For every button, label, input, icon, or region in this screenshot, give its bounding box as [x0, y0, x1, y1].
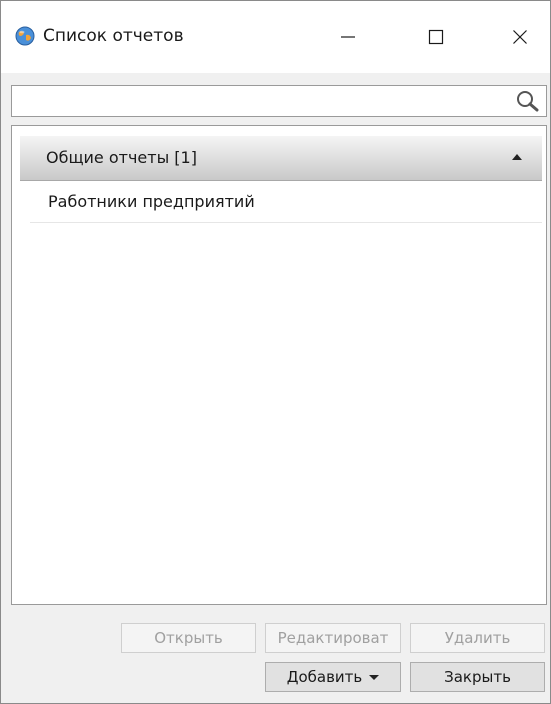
group-header-general-reports[interactable]: Общие отчеты [1] — [20, 136, 542, 181]
list-item[interactable]: Работники предприятий — [30, 182, 542, 223]
dropdown-arrow-icon — [369, 674, 380, 680]
add-button[interactable]: Добавить — [265, 662, 401, 692]
group-title: Общие отчеты [1] — [46, 148, 197, 167]
report-item-label: Работники предприятий — [48, 192, 255, 211]
delete-button[interactable]: Удалить — [410, 623, 545, 653]
collapse-arrow-icon[interactable] — [512, 154, 522, 160]
delete-button-label: Удалить — [444, 629, 511, 647]
minimize-icon — [341, 36, 355, 38]
open-button-label: Открыть — [154, 629, 223, 647]
maximize-icon — [428, 29, 444, 45]
search-input[interactable] — [16, 89, 506, 113]
search-box — [11, 85, 547, 117]
close-button-label: Закрыть — [444, 668, 511, 686]
report-list: Общие отчеты [1] Работники предприятий — [11, 125, 547, 605]
report-list-window: Список отчетов Общие отчеты [1] Работник… — [0, 0, 551, 704]
minimize-button[interactable] — [319, 15, 377, 59]
edit-button-label: Редактироват — [277, 629, 389, 647]
window-title: Список отчетов — [43, 26, 184, 46]
open-button[interactable]: Открыть — [121, 623, 256, 653]
title-bar[interactable]: Список отчетов — [1, 1, 550, 73]
globe-icon — [15, 26, 35, 46]
search-icon[interactable] — [514, 89, 540, 113]
edit-button[interactable]: Редактироват — [265, 623, 401, 653]
close-icon — [513, 30, 527, 44]
maximize-button[interactable] — [407, 15, 465, 59]
close-window-button[interactable] — [491, 15, 549, 59]
add-button-label: Добавить — [286, 668, 363, 686]
close-button[interactable]: Закрыть — [410, 662, 545, 692]
